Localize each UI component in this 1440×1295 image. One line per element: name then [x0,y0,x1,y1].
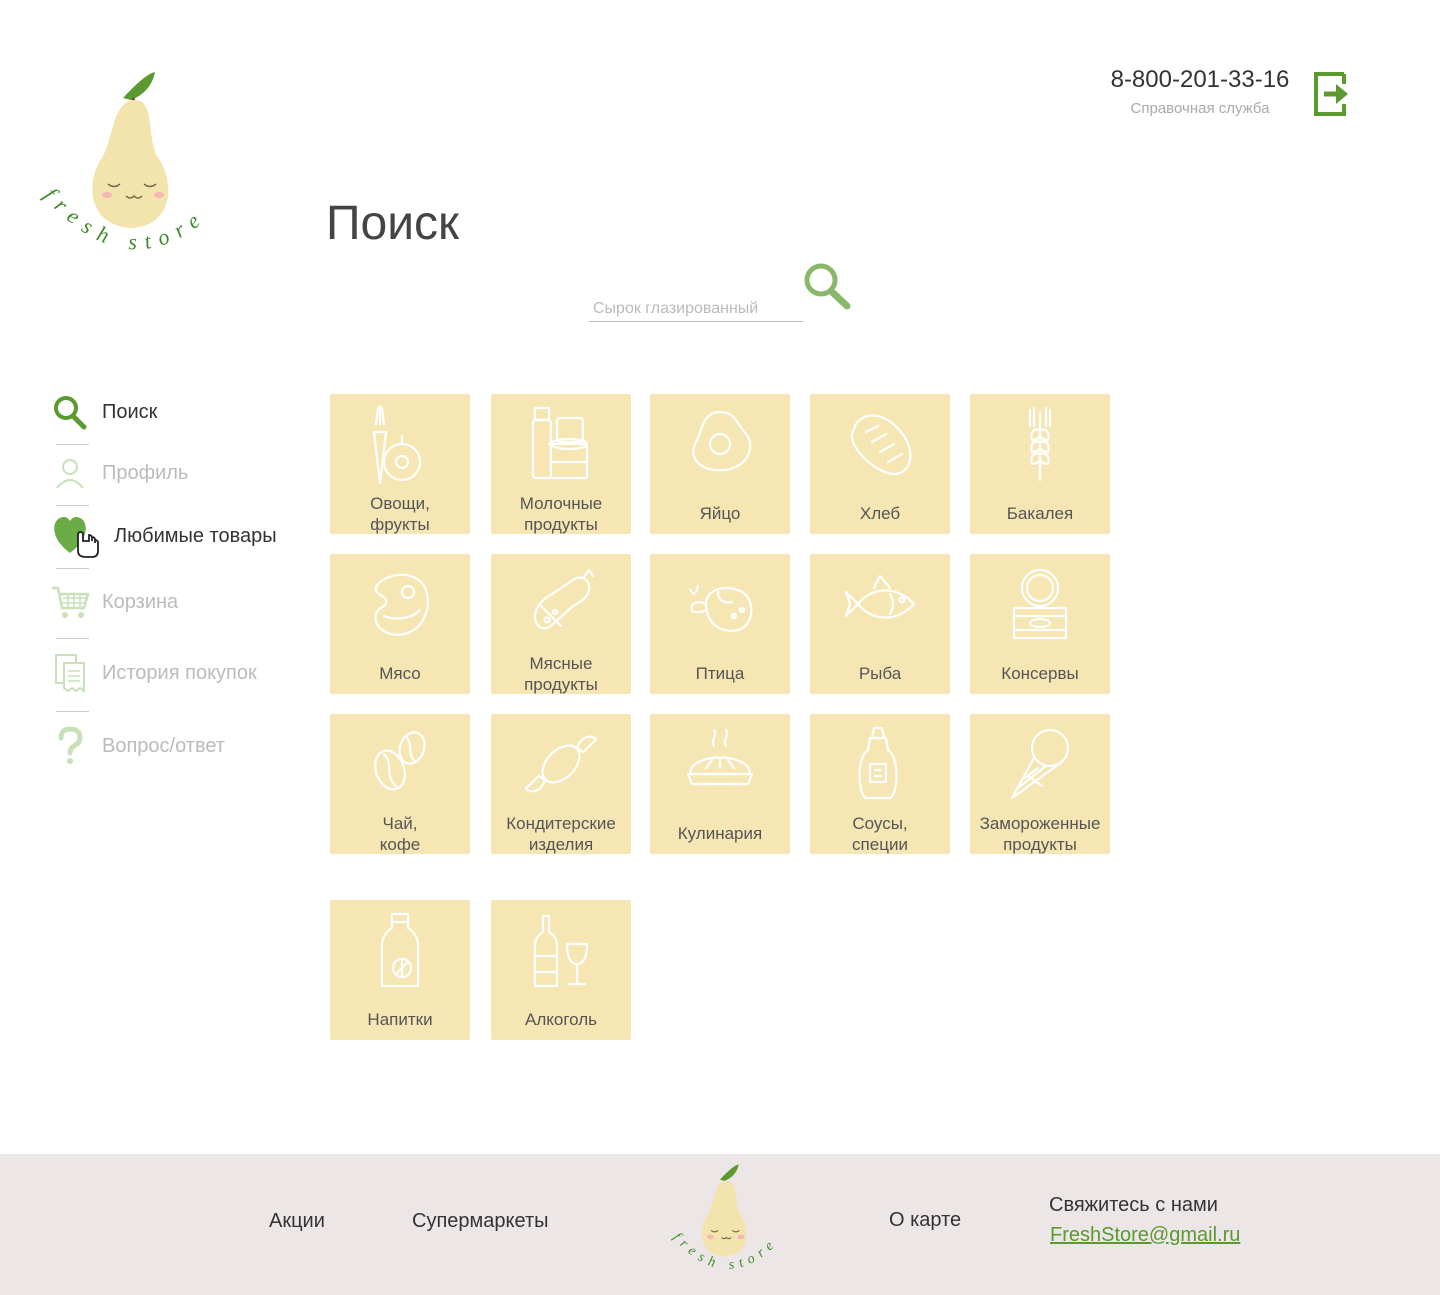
category-tile[interactable]: Кондитерские изделия [491,714,631,854]
sidebar-divider [56,711,89,712]
support-phone-caption: Справочная служба [1130,100,1270,117]
sidebar-item-label: Поиск [102,400,158,423]
sidebar-item-label: Профиль [102,461,189,484]
search-icon [50,392,90,432]
category-label: Бакалея [1006,504,1074,523]
drink-bottle-icon [364,900,436,995]
category-tile[interactable]: Птица [650,554,790,694]
category-tile[interactable]: Кулинария [650,714,790,854]
category-tile[interactable]: Соусы, специи [810,714,950,854]
category-label: Кулинария [677,824,763,843]
category-tile[interactable]: Замороженные продукты [970,714,1110,854]
category-label: Молочные продукты [519,494,603,534]
category-tile[interactable]: Консервы [970,554,1110,694]
cart-icon [50,582,90,622]
sidebar-item-label: Вопрос/ответ [102,734,225,757]
footer-link-about-card[interactable]: О карте [889,1209,961,1232]
footer-contact-title: Свяжитесь с нами [1049,1194,1218,1216]
category-tile[interactable]: Овощи, фрукты [330,394,470,534]
sidebar-item-label: Любимые товары [114,524,277,547]
category-tile[interactable]: Рыба [810,554,950,694]
category-label: Замороженные продукты [979,814,1101,854]
category-tile[interactable]: Алкоголь [491,900,631,1040]
receipt-icon [50,653,90,693]
logout-button[interactable] [1312,70,1350,118]
sidebar-item-history[interactable]: История покупок [50,653,310,693]
page-title: Поиск [326,197,460,250]
sauce-bottle-icon [844,714,916,809]
category-label: Чай, кофе [379,814,421,854]
sausage-icon [525,554,597,649]
category-label: Яйцо [699,504,741,523]
support-phone[interactable]: 8-800-201-33-16 [1100,66,1300,94]
sidebar-item-cart[interactable]: Корзина [50,582,310,622]
category-label: Напитки [367,1010,433,1029]
wheat-icon [1004,394,1076,489]
candy-icon [523,714,599,809]
category-tile[interactable]: Бакалея [970,394,1110,534]
sidebar-divider [56,568,89,569]
dairy-icon [525,394,597,489]
user-icon [50,453,90,493]
category-label: Птица [695,664,745,683]
category-label: Рыба [858,664,902,683]
category-tile[interactable]: Мясо [330,554,470,694]
vegetables-icon [364,394,436,489]
logout-icon [1314,72,1348,116]
sidebar-item-faq[interactable]: Вопрос/ответ [50,726,310,766]
wine-icon [525,900,597,995]
sidebar-divider [56,444,89,445]
hand-cursor-icon [77,531,99,558]
search-input[interactable] [589,296,803,322]
sidebar-item-label: История покупок [102,661,257,684]
category-label: Консервы [1001,664,1079,683]
brand-logo[interactable]: fresh store [35,68,225,268]
fish-icon [844,554,916,649]
question-icon [50,726,90,766]
search-icon [804,263,851,310]
sidebar-item-search[interactable]: Поиск [50,392,310,432]
category-label: Кондитерские изделия [506,814,616,854]
poultry-icon [684,554,756,649]
search-button[interactable] [801,260,855,312]
footer-link-promos[interactable]: Акции [269,1210,325,1233]
heart-icon [50,516,102,558]
sidebar-divider [56,638,89,639]
category-label: Соусы, специи [852,814,908,854]
category-tile[interactable]: Яйцо [650,394,790,534]
category-tile[interactable]: Мясные продукты [491,554,631,694]
ice-cream-icon [1004,714,1076,809]
category-tile[interactable]: Напитки [330,900,470,1040]
category-tile[interactable]: Хлеб [810,394,950,534]
category-tile[interactable]: Молочные продукты [491,394,631,534]
sidebar-item-profile[interactable]: Профиль [50,453,310,493]
footer-logo[interactable]: fresh store [668,1162,780,1280]
coffee-beans-icon [364,714,436,809]
sidebar-divider [56,505,89,506]
footer-link-supermarkets[interactable]: Супермаркеты [412,1210,548,1233]
category-label: Мясо [379,664,421,683]
category-label: Овощи, фрукты [370,494,430,534]
sidebar-item-label: Корзина [102,590,179,613]
egg-icon [684,394,756,489]
category-label: Мясные продукты [524,654,598,694]
footer-email-link[interactable]: FreshStore@gmail.ru [1050,1224,1240,1247]
category-tile[interactable]: Чай, кофе [330,714,470,854]
meat-icon [364,554,436,649]
pie-icon [684,714,756,809]
category-label: Хлеб [859,504,901,523]
category-label: Алкоголь [524,1010,598,1029]
sidebar-item-favorites[interactable]: Любимые товары [50,516,310,558]
canned-icon [1004,554,1076,649]
bread-icon [844,394,916,489]
